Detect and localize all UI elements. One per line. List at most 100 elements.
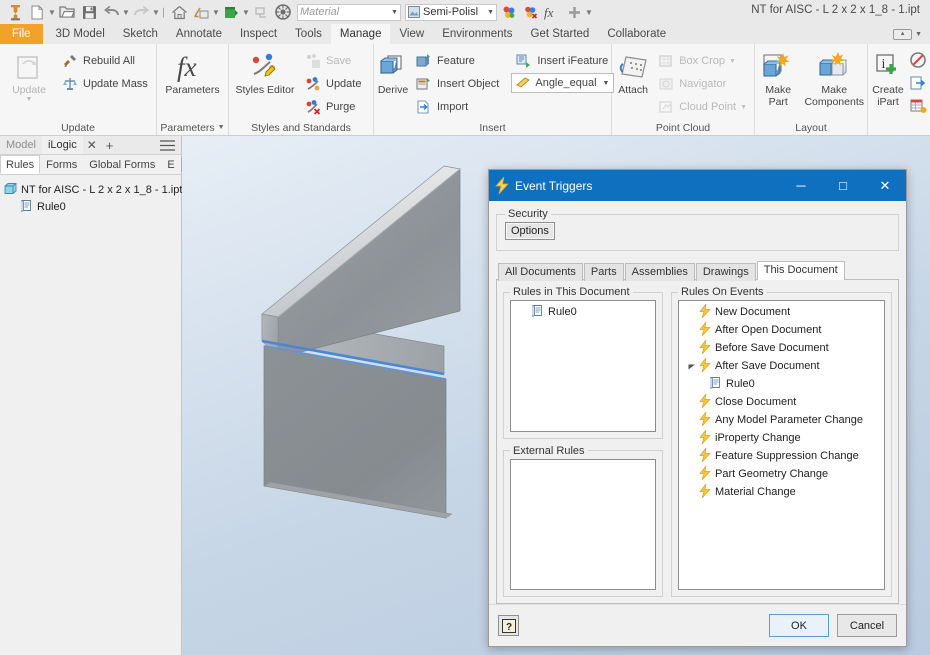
external-rules-listbox[interactable] — [510, 458, 656, 590]
security-options-button[interactable]: Options — [505, 222, 555, 240]
table-icon[interactable] — [909, 97, 927, 118]
chevron-down-icon[interactable]: ▼ — [487, 9, 494, 16]
list-item[interactable]: Material Change — [679, 483, 884, 501]
styles-editor-button[interactable]: Styles Editor — [232, 48, 298, 96]
ribbon-tab-collaborate[interactable]: Collaborate — [598, 24, 675, 44]
material-combo[interactable]: Material ▼ — [297, 3, 401, 21]
parameters-button[interactable]: fx Parameters — [161, 48, 225, 96]
ribbon-options-dropdown-icon[interactable]: ▼ — [915, 31, 922, 38]
appearance-wheel-icon[interactable] — [272, 1, 294, 23]
attach-button[interactable]: Attach — [615, 48, 651, 96]
subtab-external[interactable]: E — [161, 155, 180, 174]
browser-tab-ilogic[interactable]: iLogic — [41, 136, 83, 154]
fx-parameters-icon[interactable]: fx — [541, 1, 563, 23]
rules-in-document-listbox[interactable]: Rule0 — [510, 300, 656, 432]
tree-node-rule0[interactable]: Rule0 — [4, 198, 177, 215]
insert-object-button[interactable]: Insert Object — [411, 73, 503, 95]
new-document-icon[interactable] — [26, 1, 48, 23]
list-item[interactable]: After Save Document — [679, 357, 884, 375]
event-triggers-dialog[interactable]: Event Triggers ─ □ ✕ Security Options Al… — [488, 169, 907, 647]
undo-dropdown-icon[interactable]: ▼ — [122, 1, 130, 23]
appearance-combo[interactable]: Semi-Polisl ▼ — [405, 3, 497, 21]
list-item[interactable]: After Open Document — [679, 321, 884, 339]
add-tab-icon[interactable]: + — [101, 136, 119, 154]
help-question-icon[interactable]: ? — [498, 615, 519, 636]
list-item[interactable]: Rule0 — [679, 375, 884, 393]
dialog-tab-assemblies[interactable]: Assemblies — [624, 263, 695, 281]
tree-node-document[interactable]: NT for AISC - L 2 x 2 x 1_8 - 1.ipt — [4, 181, 182, 198]
minimize-ribbon-icon[interactable]: ▲ — [893, 28, 913, 40]
minimize-icon[interactable]: ─ — [780, 170, 822, 201]
cancel-button[interactable]: Cancel — [837, 614, 897, 637]
rules-on-events-listbox[interactable]: New Document After Open Document Before … — [678, 300, 885, 590]
import-button[interactable]: Import — [411, 96, 503, 118]
list-item[interactable]: Feature Suppression Change — [679, 447, 884, 465]
undo-icon[interactable] — [100, 1, 122, 23]
list-item[interactable]: Close Document — [679, 393, 884, 411]
open-icon[interactable] — [56, 1, 78, 23]
close-icon[interactable]: ✕ — [864, 170, 906, 201]
panel-label-parameters[interactable]: Parameters ▼ — [160, 120, 225, 135]
new-dropdown-icon[interactable]: ▼ — [48, 1, 56, 23]
make-components-button[interactable]: Make Components — [804, 48, 864, 108]
insert-ifeature-button[interactable]: Insert iFeature — [511, 50, 614, 72]
rebuild-all-button[interactable]: Rebuild All — [57, 50, 152, 72]
customize-dropdown-icon[interactable]: ▼ — [585, 1, 593, 23]
dialog-tab-parts[interactable]: Parts — [583, 263, 624, 281]
chevron-down-icon[interactable]: ▼ — [218, 124, 225, 131]
dialog-tab-this-document[interactable]: This Document — [756, 261, 845, 280]
chevron-down-icon[interactable]: ▼ — [391, 9, 398, 16]
close-icon[interactable]: ✕ — [83, 136, 101, 154]
chevron-down-icon[interactable]: ▼ — [26, 96, 33, 104]
dialog-title-bar[interactable]: Event Triggers ─ □ ✕ — [489, 170, 906, 201]
update-mass-button[interactable]: Update Mass — [57, 73, 152, 95]
list-item[interactable]: iProperty Change — [679, 429, 884, 447]
export-icon[interactable] — [909, 74, 927, 95]
list-item[interactable]: Part Geometry Change — [679, 465, 884, 483]
subtab-global-forms[interactable]: Global Forms — [83, 155, 161, 174]
return-icon[interactable] — [190, 1, 212, 23]
update-dropdown-icon[interactable]: ▼ — [242, 1, 250, 23]
derive-button[interactable]: Derive — [377, 48, 409, 96]
ribbon-tab-get-started[interactable]: Get Started — [522, 24, 599, 44]
maximize-icon[interactable]: □ — [822, 170, 864, 201]
ribbon-tab-manage[interactable]: Manage — [330, 24, 391, 44]
ribbon-tab-annotate[interactable]: Annotate — [167, 24, 231, 44]
ribbon-tab-3d-model[interactable]: 3D Model — [47, 24, 114, 44]
expander-collapse-icon[interactable] — [687, 362, 696, 371]
ribbon-tab-sketch[interactable]: Sketch — [114, 24, 167, 44]
make-part-button[interactable]: Make Part — [758, 48, 798, 108]
subtab-forms[interactable]: Forms — [40, 155, 83, 174]
return-dropdown-icon[interactable]: ▼ — [212, 1, 220, 23]
update-button[interactable]: Update ▼ — [3, 48, 55, 104]
ribbon-tab-file[interactable]: File — [0, 24, 43, 44]
ribbon-tab-environments[interactable]: Environments — [433, 24, 521, 44]
home-icon[interactable] — [168, 1, 190, 23]
clear-appearance-icon[interactable] — [519, 1, 541, 23]
chevron-down-icon[interactable]: ▼ — [603, 80, 610, 87]
ok-button[interactable]: OK — [769, 614, 829, 637]
appearance-color-icon[interactable] — [497, 1, 519, 23]
subtab-rules[interactable]: Rules — [0, 155, 41, 174]
add-icon[interactable] — [563, 1, 585, 23]
ifeature-combo[interactable]: Angle_equal ▼ — [511, 73, 615, 93]
list-item[interactable]: Before Save Document — [679, 339, 884, 357]
ribbon-tab-tools[interactable]: Tools — [286, 24, 331, 44]
hamburger-menu-icon[interactable] — [154, 136, 181, 154]
inventor-logo-icon[interactable] — [4, 1, 26, 23]
create-ipart-button[interactable]: i Create iPart — [871, 48, 905, 108]
ribbon-tab-view[interactable]: View — [390, 24, 433, 44]
list-item[interactable]: New Document — [679, 303, 884, 321]
update-icon[interactable] — [220, 1, 242, 23]
list-item[interactable]: Rule0 — [511, 303, 655, 321]
suppress-icon[interactable] — [909, 51, 927, 72]
purge-style-button[interactable]: Purge — [300, 96, 365, 118]
list-item[interactable]: Any Model Parameter Change — [679, 411, 884, 429]
save-icon[interactable] — [78, 1, 100, 23]
feature-button[interactable]: Feature — [411, 50, 503, 72]
dialog-tab-all-documents[interactable]: All Documents — [498, 263, 583, 281]
ribbon-tab-inspect[interactable]: Inspect — [231, 24, 286, 44]
dialog-tab-drawings[interactable]: Drawings — [695, 263, 756, 281]
browser-tab-model[interactable]: Model — [0, 136, 42, 154]
update-style-button[interactable]: Update — [300, 73, 365, 95]
